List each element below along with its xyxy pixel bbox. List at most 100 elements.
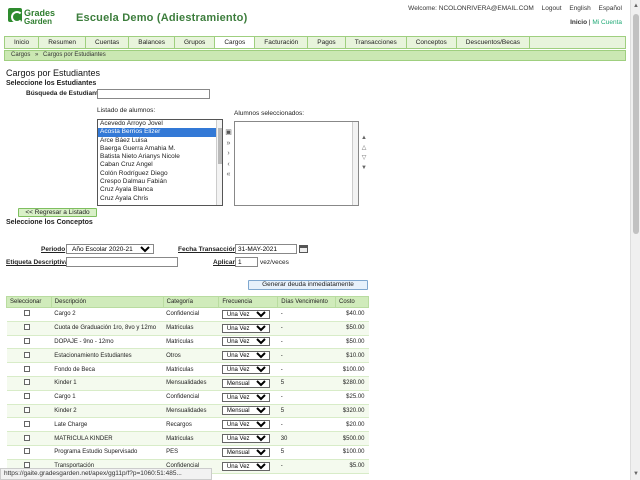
nav-tab-balances[interactable]: Balances [129,37,175,48]
nav-tab-descuentos-becas[interactable]: Descuentos/Becas [457,37,530,48]
row-checkbox[interactable] [23,337,30,344]
student-option[interactable]: Arce Báez Luisa [98,137,222,145]
student-option[interactable]: Crespo Dalmau Fabián [98,178,222,186]
frequency-select[interactable]: Una Vez [221,392,270,402]
student-option[interactable]: Cruz Ayala Blanca [98,186,222,194]
move-up-icon[interactable]: △ [360,144,368,152]
logo-text-line2: Garden [24,17,53,26]
student-option[interactable]: Colón Rodríguez Diego [98,170,222,178]
row-checkbox[interactable] [23,406,30,413]
row-checkbox[interactable] [23,393,30,400]
frequency-select[interactable]: Una Vez [221,365,270,375]
row-checkbox[interactable] [23,324,30,331]
espanol-link[interactable]: Español [599,5,623,12]
calendar-icon[interactable] [299,245,308,253]
page-scrollbar-thumb[interactable] [633,14,639,234]
nav-tab-facturaci-n[interactable]: Facturación [255,37,309,48]
english-link[interactable]: English [569,5,590,12]
row-checkbox[interactable] [23,379,30,386]
row-checkbox[interactable] [23,448,30,455]
table-row: Kinder 1 Mensualidades Mensual 5 $280.00 [6,376,369,391]
selected-students-listbox[interactable] [234,121,359,206]
student-listbox[interactable]: Acevedo Arroyo Jovel Acosta Berrios Elize… [97,119,223,206]
frequency-select[interactable]: Una Vez [221,434,270,444]
row-checkbox[interactable] [23,365,30,372]
frequency-select[interactable]: Mensual [221,378,270,388]
nav-tab-inicio[interactable]: Inicio [5,37,40,48]
mi-cuenta-link[interactable]: Mi Cuenta [592,19,622,26]
nav-tab-resumen[interactable]: Resumen [39,37,87,48]
frequency-select[interactable]: Mensual [221,406,270,416]
nav-tab-pagos[interactable]: Pagos [308,37,346,48]
move-all-right-icon[interactable]: » [224,139,233,148]
row-checkbox[interactable] [23,351,30,358]
move-right-icon[interactable]: › [224,149,233,158]
student-option[interactable]: Caban Cruz Angel [98,161,222,169]
fecha-input[interactable] [235,244,297,254]
nav-tab-cargos[interactable]: Cargos [215,37,256,48]
cost-cell: $100.00 [335,362,369,377]
due-days-cell: - [277,335,336,350]
frequency-select[interactable]: Una Vez [221,351,270,361]
student-option[interactable]: Cruz Ayala Chris [98,195,222,203]
frequency-select[interactable]: Una Vez [221,323,270,333]
select-cell [6,348,52,364]
move-selected-right-icon[interactable]: ▣ [224,128,233,137]
move-top-icon[interactable]: ▲ [360,134,368,142]
move-down-icon[interactable]: ▽ [360,154,368,162]
student-option[interactable]: Baerga Guerra Amahia M. [98,145,222,153]
student-option[interactable]: Acevedo Arroyo Jovel [98,120,222,128]
student-option[interactable]: Acosta Berrios Elizer [98,128,222,137]
page-scrollbar[interactable]: ▲ ▼ [630,0,640,480]
category-cell: Otros [163,348,219,364]
description-cell: Kinder 2 [51,404,164,419]
nav-tab-cuentas[interactable]: Cuentas [86,37,130,48]
move-left-icon[interactable]: ‹ [224,160,233,169]
frequency-select[interactable]: Una Vez [221,309,270,319]
move-bottom-icon[interactable]: ▼ [360,164,368,172]
frequency-select[interactable]: Una Vez [221,420,270,430]
table-row: MATRICULA KINDER Matriculas Una Vez 30 $500.… [6,431,369,446]
category-cell: Confidencial [163,390,219,405]
aplicar-input[interactable] [235,257,258,267]
nav-tab-transacciones[interactable]: Transacciones [346,37,407,48]
row-checkbox[interactable] [23,434,30,441]
gradesgarden-logo[interactable]: Grades Garden [8,8,66,30]
scroll-down-icon[interactable]: ▼ [632,470,640,478]
select-cell [6,376,52,391]
periodo-select[interactable]: Año Escolar 2020-21 [66,244,154,254]
student-search-input[interactable] [97,89,210,99]
listbox-scrollbar-thumb[interactable] [218,128,222,164]
breadcrumb-cargos[interactable]: Cargos [11,52,30,58]
listbox-scrollbar[interactable] [216,120,222,205]
nav-tab-conceptos[interactable]: Conceptos [407,37,457,48]
selected-listbox-scrollbar[interactable] [352,122,358,205]
etiqueta-input[interactable] [66,257,178,267]
frequency-cell: Una Vez [218,417,278,433]
aplicar-label: Aplicar [213,259,236,266]
back-to-list-button[interactable]: << Regresar a Listado [18,208,97,217]
nav-tab-grupos[interactable]: Grupos [175,37,216,48]
frequency-select[interactable]: Mensual [221,447,270,457]
description-cell: Cuota de Graduación 1ro, 8vo y 12mo [51,321,164,336]
section-concepts-heading: Seleccione los Conceptos [6,219,93,226]
row-checkbox[interactable] [23,420,30,427]
frequency-cell: Una Vez [218,390,278,405]
scroll-up-icon[interactable]: ▲ [632,2,640,10]
student-option[interactable]: Batista Nieto Arianys Nicole [98,153,222,161]
header-descripcion: Descripción [50,296,164,308]
table-header-row: Seleccionar Descripción Categoría Frecue… [6,296,369,308]
concepts-table: Seleccionar Descripción Categoría Frecue… [6,296,369,474]
frequency-cell: Una Vez [218,307,278,322]
frequency-select[interactable]: Una Vez [221,461,270,471]
row-checkbox[interactable] [23,310,30,317]
category-cell: Matriculas [163,362,219,377]
top-links: Welcome: NCOLONRIVERA@EMAIL.COM Logout E… [402,5,622,12]
category-cell: Mensualidades [163,404,219,419]
frequency-cell: Mensual [218,404,278,419]
generate-debt-button[interactable]: Generar deuda inmediatamente [248,280,368,290]
inicio-link[interactable]: Inicio [570,19,587,26]
frequency-select[interactable]: Una Vez [221,337,270,347]
move-all-left-icon[interactable]: « [224,170,233,179]
logout-link[interactable]: Logout [542,5,562,12]
